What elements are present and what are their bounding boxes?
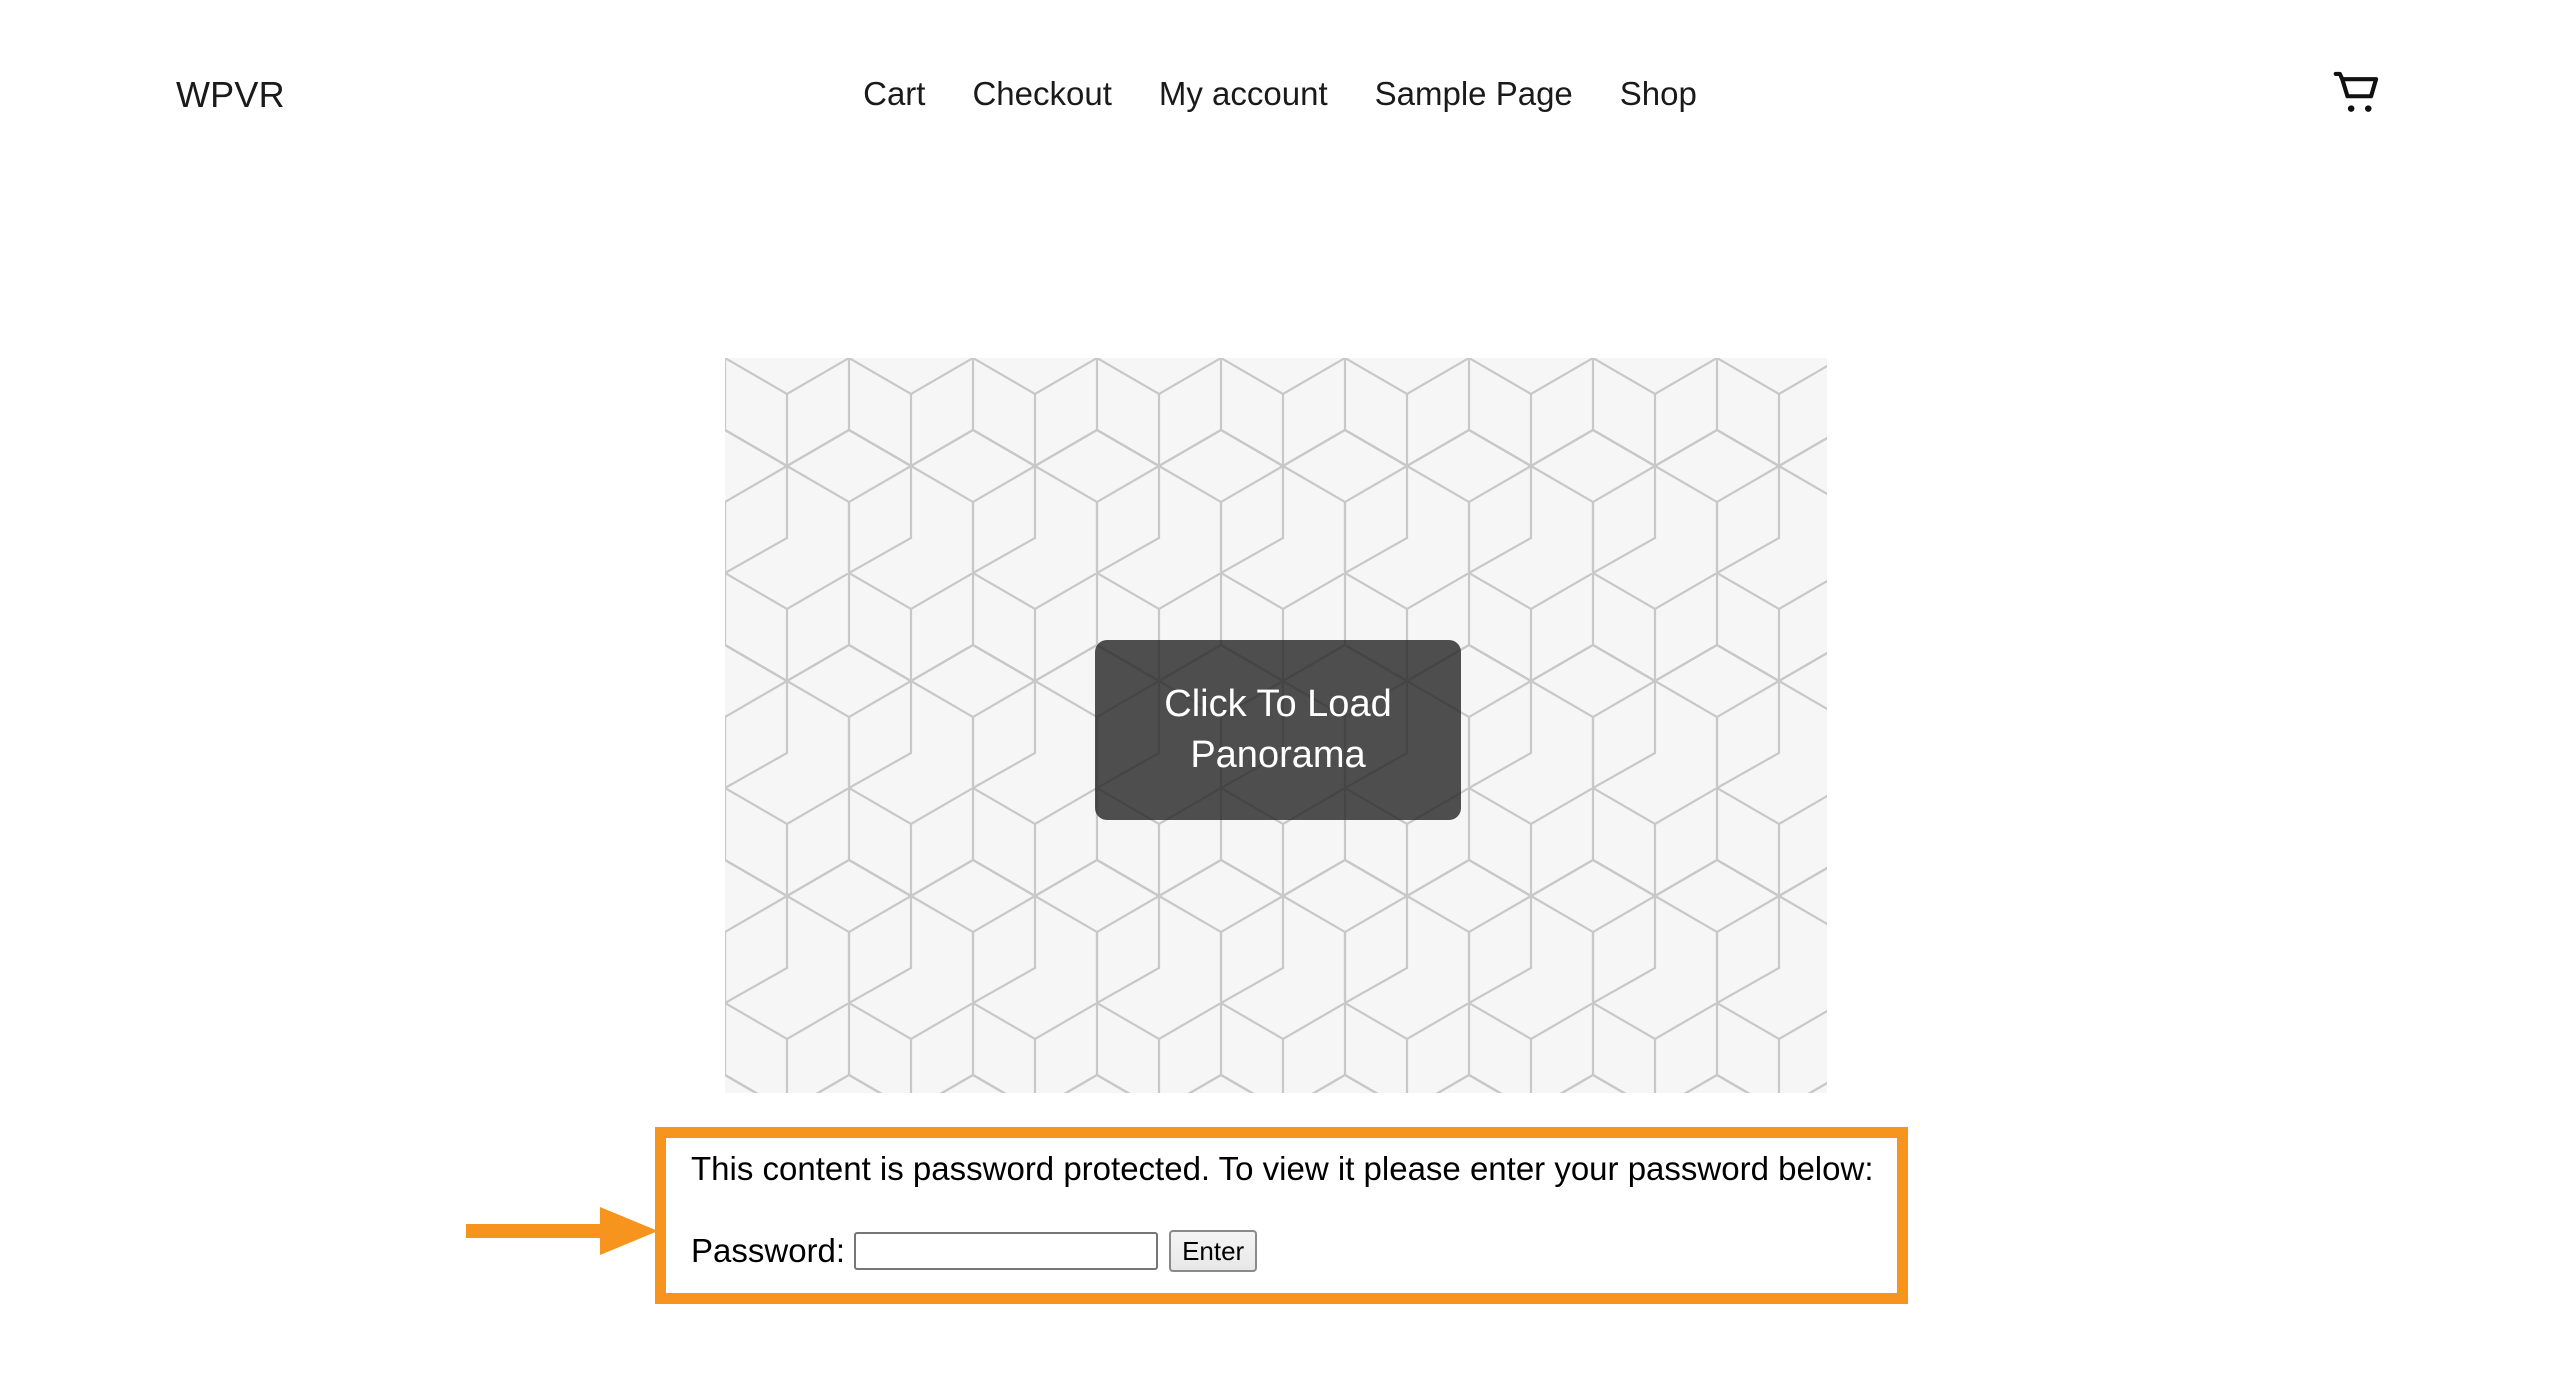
password-protection-box: This content is password protected. To v…: [655, 1127, 1908, 1304]
nav-item-my-account[interactable]: My account: [1159, 72, 1328, 116]
password-input[interactable]: [854, 1232, 1159, 1270]
site-header: WPVR Cart Checkout My account Sample Pag…: [0, 0, 2560, 186]
password-protection-content: This content is password protected. To v…: [691, 1147, 1887, 1272]
password-protected-message: This content is password protected. To v…: [691, 1150, 1874, 1187]
nav-item-sample-page[interactable]: Sample Page: [1375, 72, 1573, 116]
annotation-arrow-icon: [466, 1207, 658, 1255]
primary-navigation: Cart Checkout My account Sample Page Sho…: [0, 72, 2560, 116]
shopping-cart-icon: [2331, 67, 2383, 119]
password-form: Password: Enter: [691, 1230, 1887, 1272]
cart-button[interactable]: [2326, 62, 2388, 124]
nav-item-checkout[interactable]: Checkout: [972, 72, 1111, 116]
password-label: Password:: [691, 1232, 846, 1269]
nav-item-shop[interactable]: Shop: [1620, 72, 1697, 116]
enter-button[interactable]: Enter: [1169, 1230, 1258, 1272]
nav-item-cart[interactable]: Cart: [863, 72, 925, 116]
load-panorama-button[interactable]: Click To Load Panorama: [1095, 640, 1461, 820]
